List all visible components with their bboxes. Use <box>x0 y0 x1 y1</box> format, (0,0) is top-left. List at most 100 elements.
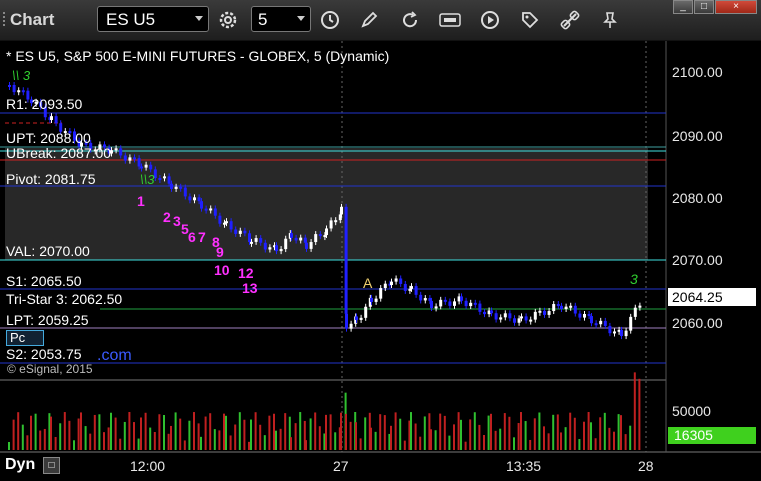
tag-icon[interactable] <box>518 8 542 32</box>
candle <box>248 233 251 243</box>
minimize-button[interactable]: _ <box>673 0 693 14</box>
interval-input[interactable]: 5 <box>251 6 311 32</box>
candle <box>140 166 143 169</box>
candle <box>119 148 123 156</box>
volume-bar <box>254 412 257 450</box>
close-button[interactable]: × <box>715 0 757 14</box>
setup-marker: \\ 3 <box>12 68 31 83</box>
volume-bar <box>197 423 200 450</box>
volume-bar <box>503 413 506 450</box>
chevron-down-icon[interactable] <box>195 16 203 21</box>
volume-bar <box>305 440 307 450</box>
candle <box>383 283 387 289</box>
candle <box>573 305 577 314</box>
candle <box>403 283 407 291</box>
volume-bar <box>238 412 241 450</box>
candle <box>379 288 383 299</box>
refresh-icon[interactable] <box>398 8 422 32</box>
clock-icon[interactable] <box>318 8 342 32</box>
volume-bar <box>529 439 532 450</box>
volume-bar <box>410 412 412 450</box>
candle <box>608 325 612 334</box>
volume-bar <box>163 415 165 450</box>
volume-bar <box>573 417 576 450</box>
volume-bar <box>114 417 117 450</box>
volume-bar <box>469 419 472 450</box>
volume-bar <box>517 423 520 450</box>
volume-bar <box>123 421 126 450</box>
volume-bar <box>490 413 492 450</box>
sequence-number: 7 <box>198 229 206 245</box>
candle <box>290 233 293 238</box>
candle <box>209 208 213 211</box>
volume-bar <box>144 412 147 450</box>
volume-bar <box>349 421 352 450</box>
candle <box>583 313 586 318</box>
pc-indicator-button[interactable]: Pc <box>6 330 44 346</box>
volume-bar <box>43 428 46 450</box>
play-icon[interactable] <box>478 8 502 32</box>
drag-handle-icon[interactable] <box>3 12 8 26</box>
candle <box>513 318 516 323</box>
candle <box>229 221 233 230</box>
level-label-upt: UPT: 2088.00 <box>6 130 91 146</box>
candle <box>428 298 432 301</box>
candle <box>284 238 288 250</box>
candle <box>12 85 16 93</box>
candle <box>193 197 196 201</box>
link-icon[interactable] <box>558 8 582 32</box>
volume-bar <box>89 433 92 450</box>
volume-bar <box>379 414 382 450</box>
candle <box>314 234 318 243</box>
price-chart[interactable]: \\ 3 \\3 3 <box>0 41 761 481</box>
candle <box>430 300 433 309</box>
candle <box>410 286 413 289</box>
sequence-number: 13 <box>242 280 258 296</box>
pin-icon[interactable] <box>598 8 622 32</box>
candle <box>590 316 593 324</box>
chevron-down-icon[interactable] <box>297 16 305 21</box>
candle <box>243 230 247 234</box>
volume-bar <box>457 412 460 450</box>
volume-bar <box>17 412 20 450</box>
volume-bar <box>608 427 611 450</box>
candle <box>633 307 637 317</box>
time-axis-label: 28 <box>638 458 654 474</box>
volume-bar <box>533 418 536 450</box>
chart-header: * ES U5, S&P 500 E-MINI FUTURES - GLOBEX… <box>6 48 390 64</box>
candle <box>268 247 272 250</box>
level-label-pivot: Pivot: 2081.75 <box>6 171 96 187</box>
candle <box>114 148 118 151</box>
candle <box>279 249 283 252</box>
volume-bar <box>200 436 202 450</box>
pencil-icon[interactable] <box>357 8 381 32</box>
settings-gear-icon[interactable] <box>216 8 240 32</box>
candle <box>556 304 560 307</box>
volume-bar <box>250 419 252 450</box>
candle <box>524 316 528 321</box>
volume-bar <box>513 437 515 450</box>
candle <box>234 229 238 234</box>
candle <box>263 242 267 250</box>
dynamic-mode-label[interactable]: Dyn <box>5 456 35 474</box>
watermark-com: .com <box>97 347 132 364</box>
symbol-input[interactable]: ES U5 <box>97 6 209 32</box>
candle <box>197 197 201 202</box>
volume-bar <box>12 419 15 450</box>
interval-value: 5 <box>258 10 268 29</box>
volume-bar <box>158 414 161 450</box>
lock-icon[interactable]: □ <box>43 457 60 474</box>
candle <box>520 316 523 319</box>
volume-bar <box>223 413 225 450</box>
volume-bar <box>638 378 641 450</box>
level-label-ubreak: UBreak: 2087.00 <box>6 145 112 161</box>
maximize-button[interactable]: □ <box>694 0 714 14</box>
get-quote-icon[interactable] <box>438 8 462 32</box>
volume-bar <box>107 427 110 450</box>
volume-bar <box>543 426 545 450</box>
candle <box>174 186 178 189</box>
volume-bar <box>590 422 592 450</box>
candle <box>439 299 443 307</box>
volume-bar <box>538 412 541 450</box>
volume-bar <box>633 372 636 450</box>
